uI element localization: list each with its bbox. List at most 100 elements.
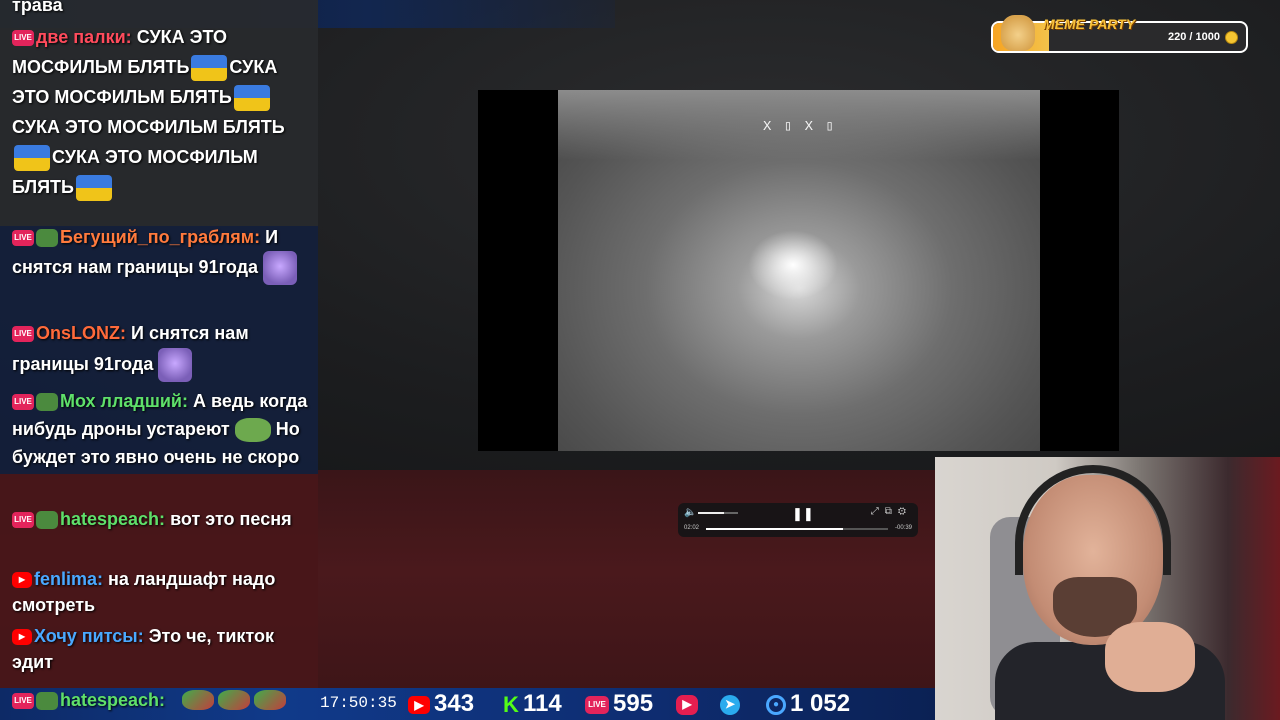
stat-live: LIVE 595 — [585, 688, 653, 720]
frog-emote-icon — [234, 418, 271, 443]
live-badge-icon: LIVE — [12, 230, 34, 247]
chat-message: LIVE Мох лладший: А ведь когда нибудь дро… — [12, 387, 312, 471]
stat-viewers-value: 1 052 — [790, 690, 851, 717]
youtube-icon: ▶ — [12, 629, 32, 646]
youtube-icon: ▶ — [408, 695, 430, 714]
chat-message: ▶ Хочу питсы: Это че, тикток эдит — [12, 623, 312, 675]
chat-username: fenlima — [34, 569, 98, 589]
pause-button[interactable]: ❚❚ — [792, 506, 814, 522]
chat-text: песня — [239, 509, 292, 529]
face-emote-icon — [263, 251, 298, 285]
live-badge-icon: LIVE — [12, 30, 34, 47]
colon: : — [125, 27, 132, 47]
meme-party-widget: MEME PARTY 220 / 1000 — [991, 15, 1248, 53]
colon: : — [254, 227, 261, 247]
chat-text: БЛЯТЬ — [222, 117, 285, 137]
chat-text: вот это — [170, 509, 235, 529]
colon: : — [182, 391, 188, 411]
chat-text: И снятся нам — [131, 323, 249, 343]
video-hud-text: X ▯ X ▯ — [763, 119, 836, 135]
chat-text: снятся нам границы 91года — [12, 256, 259, 277]
live-badge-icon: LIVE — [12, 693, 34, 710]
video-player[interactable]: X ▯ X ▯ — [478, 90, 1119, 451]
chat-username: OnsLONZ — [36, 323, 120, 343]
webcam-feed — [935, 457, 1280, 720]
flag-emote-icon — [76, 175, 112, 202]
headset-icon — [1015, 465, 1171, 575]
colon: : — [159, 509, 166, 529]
chat-message: LIVE hatespeach: вот это песня — [12, 506, 312, 532]
seek-bar-fill — [706, 528, 843, 530]
stat-rutube: ▶ — [676, 688, 702, 720]
video-frame: X ▯ X ▯ — [558, 90, 1040, 451]
chat-text: не скоро — [221, 447, 300, 467]
user-icon: ● — [766, 694, 786, 715]
chat-text: СУКА ЭТО МОСФИЛЬМ — [12, 117, 218, 137]
watermelon-emote-icon — [218, 690, 250, 710]
stat-telegram: ➤ — [720, 688, 744, 720]
volume-slider-fill — [698, 512, 724, 514]
chat-username: две палки — [36, 27, 126, 47]
stat-youtube-value: 343 — [434, 690, 475, 717]
video-target-glow — [748, 230, 838, 300]
live-badge-icon: LIVE — [12, 394, 34, 411]
chat-text: смотреть — [12, 595, 96, 615]
watermelon-emote-icon — [182, 690, 214, 710]
doge-icon — [1001, 15, 1035, 51]
volume-icon[interactable]: 🔈 — [684, 507, 696, 518]
chat-username: hatespeach: — [60, 690, 166, 710]
webcam-hands — [1105, 622, 1195, 692]
chat-message-fragment: трава — [12, 0, 312, 20]
stat-kick: K 114 — [503, 688, 562, 720]
player-controls: 🔈 ❚❚ ⤢⧉⚙ 02:02 -00:39 — [678, 503, 918, 537]
coin-icon — [1225, 31, 1238, 44]
chat-username: hatespeach — [60, 509, 160, 529]
chat-text: ЭТО МОСФИЛЬМ БЛЯТЬ — [12, 87, 232, 107]
telegram-icon: ➤ — [720, 694, 740, 715]
chat-text: границы 91года — [12, 353, 154, 374]
flag-emote-icon — [191, 55, 228, 82]
face-emote-icon — [158, 348, 193, 382]
settings-icon[interactable]: ⚙ — [898, 506, 912, 517]
live-badge-icon: LIVE — [12, 512, 34, 529]
user-badge-icon — [36, 393, 58, 412]
live-badge-icon: LIVE — [585, 695, 609, 714]
seek-bar[interactable] — [706, 528, 888, 530]
chat-username: Хочу питсы — [34, 626, 138, 646]
live-badge-icon: LIVE — [12, 326, 34, 343]
chat-message: ▶ fenlima: на ландшафт надо смотреть — [12, 566, 312, 618]
user-badge-icon — [36, 692, 58, 711]
chat-message: LIVE OnsLONZ: И снятся нам границы 91года — [12, 318, 312, 382]
stats-bar: LIVE hatespeach: 17:50:35 ▶ 343 K 114 LIVE 5… — [0, 688, 935, 720]
meme-progress-text: 220 / 1000 — [1168, 31, 1220, 43]
colon: : — [97, 569, 104, 589]
stat-viewers: ● 1 052 — [766, 688, 850, 720]
pip-icon[interactable]: ⧉ — [885, 506, 898, 517]
watermelon-emote-icon — [254, 690, 286, 710]
volume-slider[interactable] — [698, 512, 738, 514]
chat-text: на ландшафт надо — [108, 569, 276, 589]
chat-panel: трава LIVE две палки: СУКА ЭТО МОСФИЛЬМ Б… — [0, 0, 318, 690]
stat-youtube: ▶ 343 — [408, 688, 474, 720]
last-chat-user: LIVE hatespeach: — [12, 688, 165, 712]
chat-username: Мох лладший — [60, 391, 182, 411]
chat-text: И — [265, 227, 279, 247]
chat-text: СУКА ЭТО — [136, 27, 227, 47]
user-badge-icon — [36, 511, 58, 530]
time-remaining: -00:39 — [894, 525, 912, 531]
flag-emote-icon — [233, 85, 270, 112]
chat-text: трава — [12, 0, 63, 15]
chat-message: LIVE две палки: СУКА ЭТО МОСФИЛЬМ БЛЯТЬ СУ… — [12, 22, 312, 202]
user-badge-icon — [36, 229, 58, 248]
fullscreen-icon[interactable]: ⤢ — [871, 506, 885, 517]
chat-username: Бегущий_по_граблям — [60, 227, 255, 247]
meme-party-title: MEME PARTY — [1043, 16, 1136, 32]
chat-text: МОСФИЛЬМ БЛЯТЬ — [12, 57, 190, 77]
colon: : — [120, 323, 126, 343]
clock: 17:50:35 — [320, 694, 397, 712]
chat-message: LIVE Бегущий_по_граблям: И снятся нам гра… — [12, 224, 312, 285]
chat-text: СУКА — [229, 57, 278, 77]
kick-icon: K — [503, 691, 519, 717]
emote-row — [182, 690, 290, 715]
chat-text: эдит — [12, 652, 54, 672]
